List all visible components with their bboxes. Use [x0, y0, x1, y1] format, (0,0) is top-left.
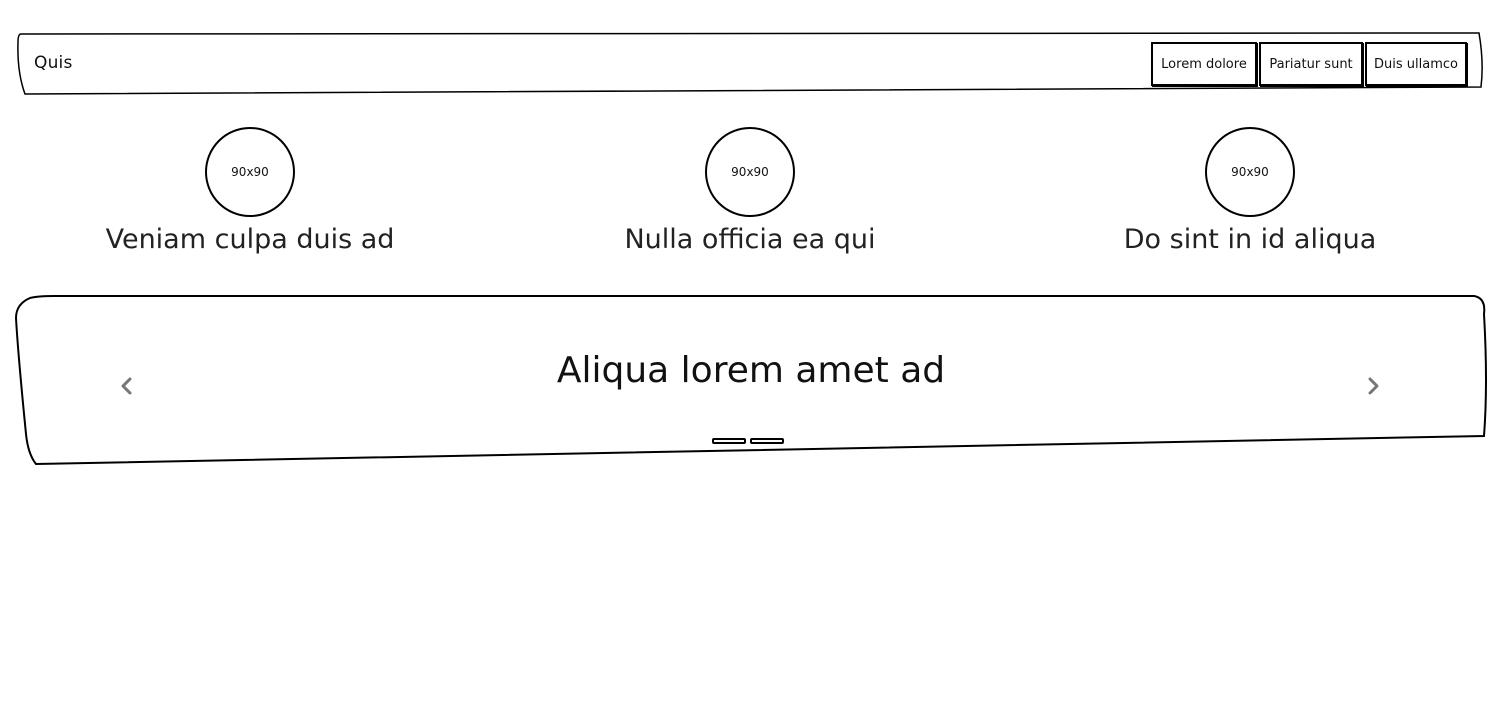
nav-button-group: Lorem dolore Pariatur sunt Duis ullamco [1151, 42, 1467, 86]
feature-row: 90x90 Veniam culpa duis ad 90x90 Nulla o… [0, 127, 1500, 257]
nav-button-lorem-dolore[interactable]: Lorem dolore [1151, 42, 1257, 86]
feature-image-placeholder: 90x90 [205, 127, 295, 217]
feature-image-placeholder: 90x90 [1205, 127, 1295, 217]
carousel-next-button[interactable] [1361, 374, 1385, 398]
feature-image-placeholder: 90x90 [705, 127, 795, 217]
feature-title: Do sint in id aliqua [1123, 224, 1377, 255]
carousel-indicators [712, 438, 784, 444]
carousel-indicator-1[interactable] [712, 438, 746, 444]
feature-title: Veniam culpa duis ad [105, 224, 395, 255]
nav-button-pariatur-sunt[interactable]: Pariatur sunt [1259, 42, 1363, 86]
navbar: Quis Lorem dolore Pariatur sunt Duis ull… [17, 31, 1483, 95]
nav-button-duis-ullamco[interactable]: Duis ullamco [1365, 42, 1467, 86]
carousel-prev-button[interactable] [115, 374, 139, 398]
feature-card: 90x90 Do sint in id aliqua [1000, 127, 1500, 257]
feature-card: 90x90 Veniam culpa duis ad [0, 127, 500, 257]
chevron-right-icon [1368, 377, 1379, 395]
carousel-indicator-2[interactable] [750, 438, 784, 444]
feature-title: Nulla officia ea qui [624, 224, 876, 255]
carousel: Aliqua lorem amet ad [14, 294, 1488, 468]
feature-card: 90x90 Nulla officia ea qui [500, 127, 1000, 257]
brand-name[interactable]: Quis [34, 52, 73, 74]
chevron-left-icon [121, 377, 132, 395]
carousel-caption: Aliqua lorem amet ad [556, 350, 946, 391]
